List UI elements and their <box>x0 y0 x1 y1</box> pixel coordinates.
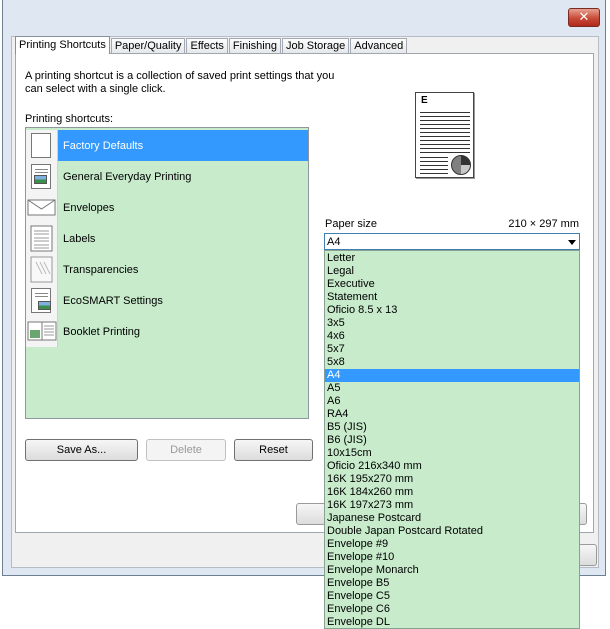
paper-size-option[interactable]: Oficio 8.5 x 13 <box>325 304 579 317</box>
tab-paper-quality[interactable]: Paper/Quality <box>110 38 186 54</box>
shortcut-list[interactable]: Factory Defaults General Everyday Printi… <box>25 127 309 419</box>
paper-size-option[interactable]: Envelope DL <box>325 616 579 629</box>
paper-size-option[interactable]: 10x15cm <box>325 447 579 460</box>
delete-button[interactable]: Delete <box>146 439 226 461</box>
paper-size-option[interactable]: Letter <box>325 252 579 265</box>
paper-size-option[interactable]: B5 (JIS) <box>325 421 579 434</box>
paper-size-option[interactable]: Japanese Postcard <box>325 512 579 525</box>
close-button[interactable]: ✕ <box>568 8 600 27</box>
shortcut-label: General Everyday Printing <box>63 170 192 183</box>
shortcut-label: Envelopes <box>63 201 115 214</box>
paper-size-option[interactable]: A5 <box>325 382 579 395</box>
tab-job-storage[interactable]: Job Storage <box>281 38 350 54</box>
paper-size-option[interactable]: Double Japan Postcard Rotated <box>325 525 579 538</box>
paper-size-dropdown[interactable]: Letter Legal Executive Statement Oficio 8.5 … <box>324 250 580 629</box>
intro-text: A printing shortcut is a collection of s… <box>25 70 335 95</box>
shortcut-envelopes[interactable]: Envelopes <box>26 192 308 223</box>
paper-size-label: Paper size <box>325 218 377 230</box>
paper-size-option[interactable]: Executive <box>325 278 579 291</box>
shortcut-factory-defaults[interactable]: Factory Defaults <box>26 130 308 161</box>
paper-size-option[interactable]: Statement <box>325 291 579 304</box>
paper-size-option[interactable]: 16K 195x270 mm <box>325 473 579 486</box>
paper-size-option[interactable]: 5x8 <box>325 356 579 369</box>
photo-page-icon <box>26 161 58 192</box>
tab-strip: Printing Shortcuts Paper/Quality Effects… <box>15 36 408 54</box>
shortcut-labels[interactable]: Labels <box>26 223 308 254</box>
paper-size-option[interactable]: 3x5 <box>325 317 579 330</box>
ecosmart-icon <box>26 285 58 316</box>
paper-size-option[interactable]: RA4 <box>325 408 579 421</box>
paper-size-option[interactable]: 4x6 <box>325 330 579 343</box>
tab-effects[interactable]: Effects <box>186 38 228 54</box>
shortcut-label: Booklet Printing <box>63 325 141 338</box>
partially-hidden-dialog-button[interactable] <box>578 544 597 566</box>
paper-size-option[interactable]: Envelope C6 <box>325 603 579 616</box>
paper-size-option[interactable]: Oficio 216x340 mm <box>325 460 579 473</box>
shortcut-ecosmart[interactable]: EcoSMART Settings <box>26 285 308 316</box>
shortcut-label: EcoSMART Settings <box>63 294 163 307</box>
paper-size-option[interactable]: 16K 184x260 mm <box>325 486 579 499</box>
paper-size-option[interactable]: A6 <box>325 395 579 408</box>
paper-size-option[interactable]: Envelope #9 <box>325 538 579 551</box>
pie-chart-icon <box>451 155 471 175</box>
shortcuts-label: Printing shortcuts: <box>25 113 114 125</box>
paper-size-option[interactable]: 16K 197x273 mm <box>325 499 579 512</box>
page-preview: E <box>415 92 474 178</box>
envelope-icon <box>26 192 58 223</box>
shortcut-label: Transparencies <box>63 263 139 276</box>
paper-size-option[interactable]: Envelope B5 <box>325 577 579 590</box>
paper-size-select[interactable]: A4 <box>324 233 580 250</box>
paper-size-option[interactable]: Envelope C5 <box>325 590 579 603</box>
booklet-icon <box>26 316 58 347</box>
reset-button[interactable]: Reset <box>234 439 313 461</box>
partially-hidden-button[interactable] <box>296 503 326 525</box>
paper-size-option[interactable]: Envelope Monarch <box>325 564 579 577</box>
tab-advanced[interactable]: Advanced <box>350 38 408 54</box>
labels-icon <box>26 223 58 254</box>
tab-printing-shortcuts[interactable]: Printing Shortcuts <box>15 36 110 54</box>
shortcut-label: Factory Defaults <box>63 139 144 152</box>
shortcut-transparencies[interactable]: Transparencies <box>26 254 308 285</box>
shortcut-general-everyday[interactable]: General Everyday Printing <box>26 161 308 192</box>
paper-size-option[interactable]: Envelope #10 <box>325 551 579 564</box>
save-as-button[interactable]: Save As... <box>25 439 138 461</box>
paper-size-dimensions: 210 × 297 mm <box>508 218 579 230</box>
paper-size-option[interactable]: B6 (JIS) <box>325 434 579 447</box>
chevron-down-icon[interactable] <box>568 240 576 245</box>
preview-letter: E <box>421 95 428 106</box>
paper-size-option[interactable]: 5x7 <box>325 343 579 356</box>
tab-finishing[interactable]: Finishing <box>228 38 281 54</box>
transparency-icon <box>26 254 58 285</box>
blank-page-icon <box>26 130 58 161</box>
paper-size-value: A4 <box>327 236 341 248</box>
shortcut-booklet[interactable]: Booklet Printing <box>26 316 308 347</box>
paper-size-option[interactable]: A4 <box>325 369 579 382</box>
paper-size-option[interactable]: Legal <box>325 265 579 278</box>
shortcut-label: Labels <box>63 232 96 245</box>
close-icon: ✕ <box>578 9 590 24</box>
